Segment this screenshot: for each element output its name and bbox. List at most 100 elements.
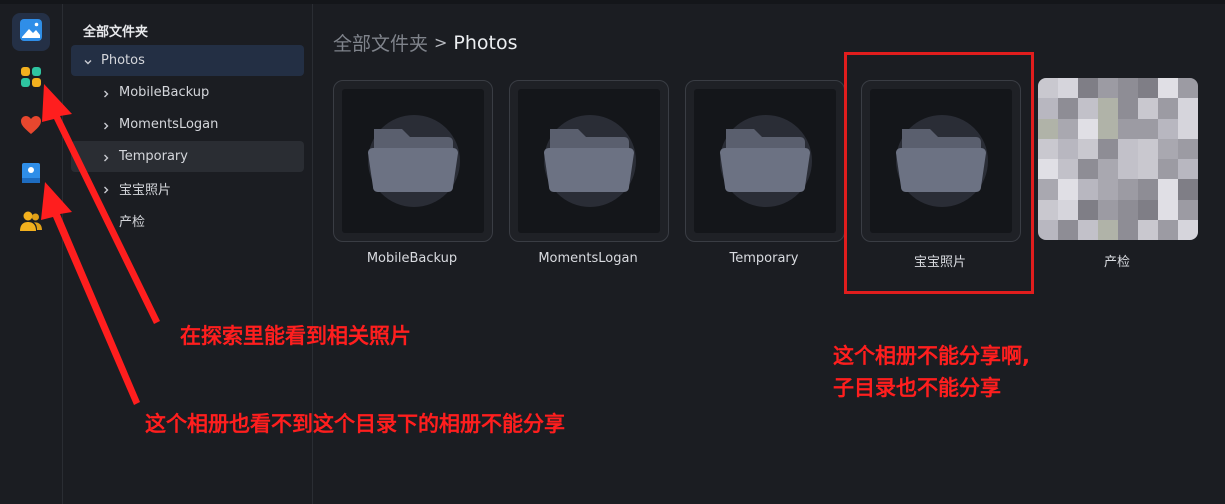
album-card-mobilebackup[interactable]	[333, 80, 493, 242]
icon-rail	[0, 4, 63, 504]
album-label: MomentsLogan	[538, 251, 638, 266]
mosaic-cell	[1098, 118, 1118, 139]
album-thumbnail	[694, 89, 836, 233]
mosaic-cell	[1138, 138, 1158, 159]
favorites-nav-button[interactable]	[12, 108, 50, 146]
album-card-momentslogan[interactable]	[509, 80, 669, 242]
mosaic-cell	[1118, 199, 1138, 220]
chevron-right-icon[interactable]	[101, 88, 111, 98]
mosaic-cell	[1058, 199, 1078, 220]
mosaic-cell	[1038, 78, 1058, 99]
tree-item-photos[interactable]: Photos	[71, 45, 304, 76]
mosaic-cell	[1138, 118, 1158, 139]
mosaic-cell	[1138, 219, 1158, 240]
mosaic-cell	[1118, 159, 1138, 180]
folder-icon	[364, 125, 462, 199]
mosaic-cell	[1158, 199, 1178, 220]
folder-icon	[716, 125, 814, 199]
mosaic-cell	[1078, 138, 1098, 159]
chevron-right-icon[interactable]	[101, 152, 111, 162]
tree-item-label: Temporary	[119, 149, 188, 164]
mosaic-cell	[1078, 219, 1098, 240]
mosaic-cell	[1178, 138, 1198, 159]
mosaic-cell	[1098, 98, 1118, 119]
album-label: MobileBackup	[366, 251, 458, 266]
tree-item-label: 宝宝照片	[119, 183, 172, 198]
mosaic-cell	[1078, 118, 1098, 139]
explore-nav-button[interactable]	[12, 60, 50, 98]
tree-item-label: 产检	[119, 215, 146, 230]
annotation-album-cannot-see: 这个相册也看不到这个目录下的相册不能分享	[145, 412, 565, 436]
mosaic-cell	[1118, 98, 1138, 119]
mosaic-cell	[1078, 78, 1098, 99]
mosaic-cell	[1058, 98, 1078, 119]
mosaic-cell	[1158, 219, 1178, 240]
annotation-cannot-share-1: 这个相册不能分享啊,	[833, 344, 1030, 368]
album-thumbnail	[342, 89, 484, 233]
mosaic-cell	[1038, 118, 1058, 139]
breadcrumb-current: Photos	[453, 31, 518, 54]
mosaic-cell	[1178, 159, 1198, 180]
mosaic-cell	[1038, 219, 1058, 240]
mosaic-cell	[1158, 98, 1178, 119]
mosaic-cell	[1098, 199, 1118, 220]
breadcrumb-root[interactable]: 全部文件夹	[333, 29, 428, 56]
mosaic-cell	[1078, 199, 1098, 220]
mosaic-cell	[1058, 78, 1078, 99]
mosaic-cell	[1138, 199, 1158, 220]
mosaic-cell	[1138, 179, 1158, 200]
mosaic-cell	[1038, 199, 1058, 220]
mosaic-cell	[1158, 118, 1178, 139]
favorites-heart-icon	[20, 115, 42, 139]
mosaic-cell	[1058, 118, 1078, 139]
mosaic-cell	[1078, 179, 1098, 200]
mosaic-cell	[1098, 78, 1118, 99]
explore-icon	[20, 66, 42, 92]
tree-title: 全部文件夹	[83, 25, 149, 40]
album-icon	[21, 162, 41, 188]
mosaic-cell	[1118, 138, 1138, 159]
mosaic-cell	[1178, 118, 1198, 139]
tree-item-temporary[interactable]: Temporary	[71, 141, 304, 172]
mosaic-cell	[1178, 219, 1198, 240]
tree-item-momentslogan[interactable]: MomentsLogan	[71, 109, 304, 140]
mosaic-cell	[1158, 138, 1178, 159]
mosaic-cell	[1098, 159, 1118, 180]
chevron-right-icon[interactable]	[101, 184, 111, 194]
album-label: 产检	[1103, 255, 1130, 270]
mosaic-cell	[1158, 159, 1178, 180]
tree-item-prenatal[interactable]: 产检	[71, 205, 304, 236]
people-nav-button[interactable]	[12, 204, 50, 242]
annotation-explore: 在探索里能看到相关照片	[180, 324, 411, 348]
mosaic-cell	[1178, 98, 1198, 119]
tree-item-baby-photos[interactable]: 宝宝照片	[71, 173, 304, 204]
tree-item-label: MomentsLogan	[119, 117, 219, 132]
mosaic-cell	[1178, 179, 1198, 200]
mosaic-cell	[1058, 179, 1078, 200]
mosaic-cell	[1138, 98, 1158, 119]
tree-item-label: Photos	[101, 53, 145, 68]
highlight-box	[844, 52, 1034, 294]
folder-icon	[540, 125, 638, 199]
mosaic-cell	[1158, 179, 1178, 200]
tree-item-label: MobileBackup	[119, 85, 210, 100]
mosaic-cell	[1058, 219, 1078, 240]
photos-app-icon	[19, 18, 43, 46]
mosaic-cell	[1078, 159, 1098, 180]
mosaic-cell	[1098, 138, 1118, 159]
mosaic-cell	[1118, 118, 1138, 139]
album-label: Temporary	[729, 251, 799, 266]
photos-nav-button[interactable]	[12, 13, 50, 51]
mosaic-cell	[1038, 179, 1058, 200]
mosaic-cell	[1098, 219, 1118, 240]
album-card-prenatal[interactable]	[1038, 78, 1198, 240]
tree-item-mobilebackup[interactable]: MobileBackup	[71, 77, 304, 108]
mosaic-cell	[1138, 159, 1158, 180]
album-card-temporary[interactable]	[685, 80, 845, 242]
mosaic-cell	[1078, 98, 1098, 119]
album-nav-button[interactable]	[12, 156, 50, 194]
mosaic-cell	[1178, 78, 1198, 99]
chevron-right-icon[interactable]	[101, 120, 111, 130]
mosaic-cell	[1058, 159, 1078, 180]
chevron-down-icon[interactable]	[83, 56, 93, 66]
